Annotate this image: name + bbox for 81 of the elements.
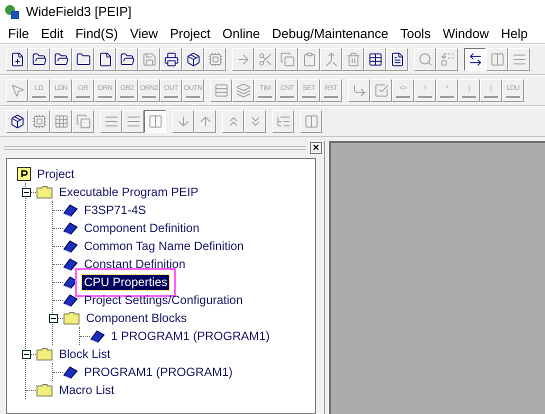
project-icon <box>17 167 31 181</box>
search-icon <box>418 52 432 67</box>
chip-icon <box>32 114 46 129</box>
tree-item[interactable]: Component Definition <box>82 220 202 236</box>
tree-item[interactable]: 1 PROGRAM1 (PROGRAM1) <box>109 328 272 344</box>
pointer-icon <box>10 83 24 98</box>
menu-item[interactable]: Find(S) <box>69 24 124 44</box>
toolbar-button[interactable] <box>464 48 486 71</box>
cut-icon <box>258 52 272 67</box>
folder-icon <box>36 347 53 361</box>
tree-item[interactable]: Project Settings/Configuration <box>82 292 245 308</box>
menu-item[interactable]: View <box>124 24 164 44</box>
book-icon <box>63 240 78 252</box>
menu-item[interactable]: Tools <box>394 24 437 44</box>
package-icon <box>186 52 200 67</box>
new-project-icon <box>10 52 24 67</box>
tree-item[interactable]: Constant Definition <box>82 256 188 272</box>
close-button[interactable]: × <box>310 142 322 154</box>
double-arrow-icon <box>468 52 482 67</box>
copy-icon <box>280 52 294 67</box>
menu-item[interactable]: Debug/Maintenance <box>266 24 394 44</box>
open-folder-icon <box>54 52 68 67</box>
right-arrow-icon <box>236 52 250 67</box>
folder-icon <box>63 311 80 325</box>
tree-item[interactable]: Common Tag Name Definition <box>82 238 246 254</box>
chip-icon <box>208 52 222 67</box>
split-page-icon <box>304 114 318 129</box>
folder-icon <box>36 383 53 397</box>
tree-item[interactable]: Executable Program PEIP <box>57 184 200 200</box>
book-icon <box>63 276 78 288</box>
book-icon <box>63 258 78 270</box>
tree-item[interactable]: F3SP71-4S <box>82 202 148 218</box>
tree-item[interactable]: Project <box>35 166 76 182</box>
folder-icon <box>36 185 53 199</box>
book-icon <box>63 366 78 378</box>
printer-icon <box>164 52 178 67</box>
collapse-toggle-icon[interactable] <box>49 314 58 322</box>
menu-item[interactable]: Help <box>494 24 534 44</box>
menu-item[interactable]: Online <box>216 24 266 44</box>
open-folder-icon <box>32 52 46 67</box>
menu-item[interactable]: Project <box>164 24 216 44</box>
grid-icon <box>54 114 68 129</box>
tree-item[interactable]: PROGRAM1 (PROGRAM1) <box>82 364 235 380</box>
book-icon <box>63 222 78 234</box>
document-icon <box>390 52 404 67</box>
pages-icon <box>76 114 90 129</box>
lines-icon <box>512 52 526 67</box>
blank-page-icon <box>98 52 112 67</box>
menu-item[interactable]: File <box>2 24 35 44</box>
save-icon <box>142 52 156 67</box>
corner-line-icon <box>352 83 366 98</box>
app-icon <box>4 4 20 20</box>
replace-icon <box>440 52 454 67</box>
columns-icon <box>148 114 162 129</box>
down-arrow-icon <box>176 114 190 129</box>
tree-item[interactable]: Block List <box>57 346 112 362</box>
tree-item[interactable]: CPU Properties <box>82 274 170 290</box>
folder-icon <box>76 52 90 67</box>
align-icon <box>104 114 118 129</box>
tree-item[interactable]: Component Blocks <box>84 310 189 326</box>
window-title: WideField3 [PEIP] <box>26 3 132 22</box>
book-icon <box>63 204 78 216</box>
columns-icon <box>490 52 504 67</box>
check-line-icon <box>374 83 388 98</box>
collapse-toggle-icon[interactable] <box>22 350 31 358</box>
package-icon <box>10 114 24 129</box>
open-folder-icon <box>120 52 134 67</box>
stacked-blocks-icon <box>236 83 250 98</box>
menu-item[interactable]: Window <box>436 24 495 44</box>
paste-icon <box>302 52 316 67</box>
collapse-toggle-icon[interactable] <box>22 188 31 196</box>
tree-item[interactable]: Macro List <box>57 382 116 398</box>
book-icon <box>63 294 78 306</box>
function-block-icon <box>214 83 228 98</box>
book-icon <box>90 330 105 342</box>
menu-item[interactable]: Edit <box>34 24 70 44</box>
table-icon <box>368 52 382 67</box>
tree-icon <box>276 114 290 129</box>
trash-icon <box>346 52 360 67</box>
merge-icon <box>324 52 338 67</box>
lines-icon <box>126 114 140 129</box>
